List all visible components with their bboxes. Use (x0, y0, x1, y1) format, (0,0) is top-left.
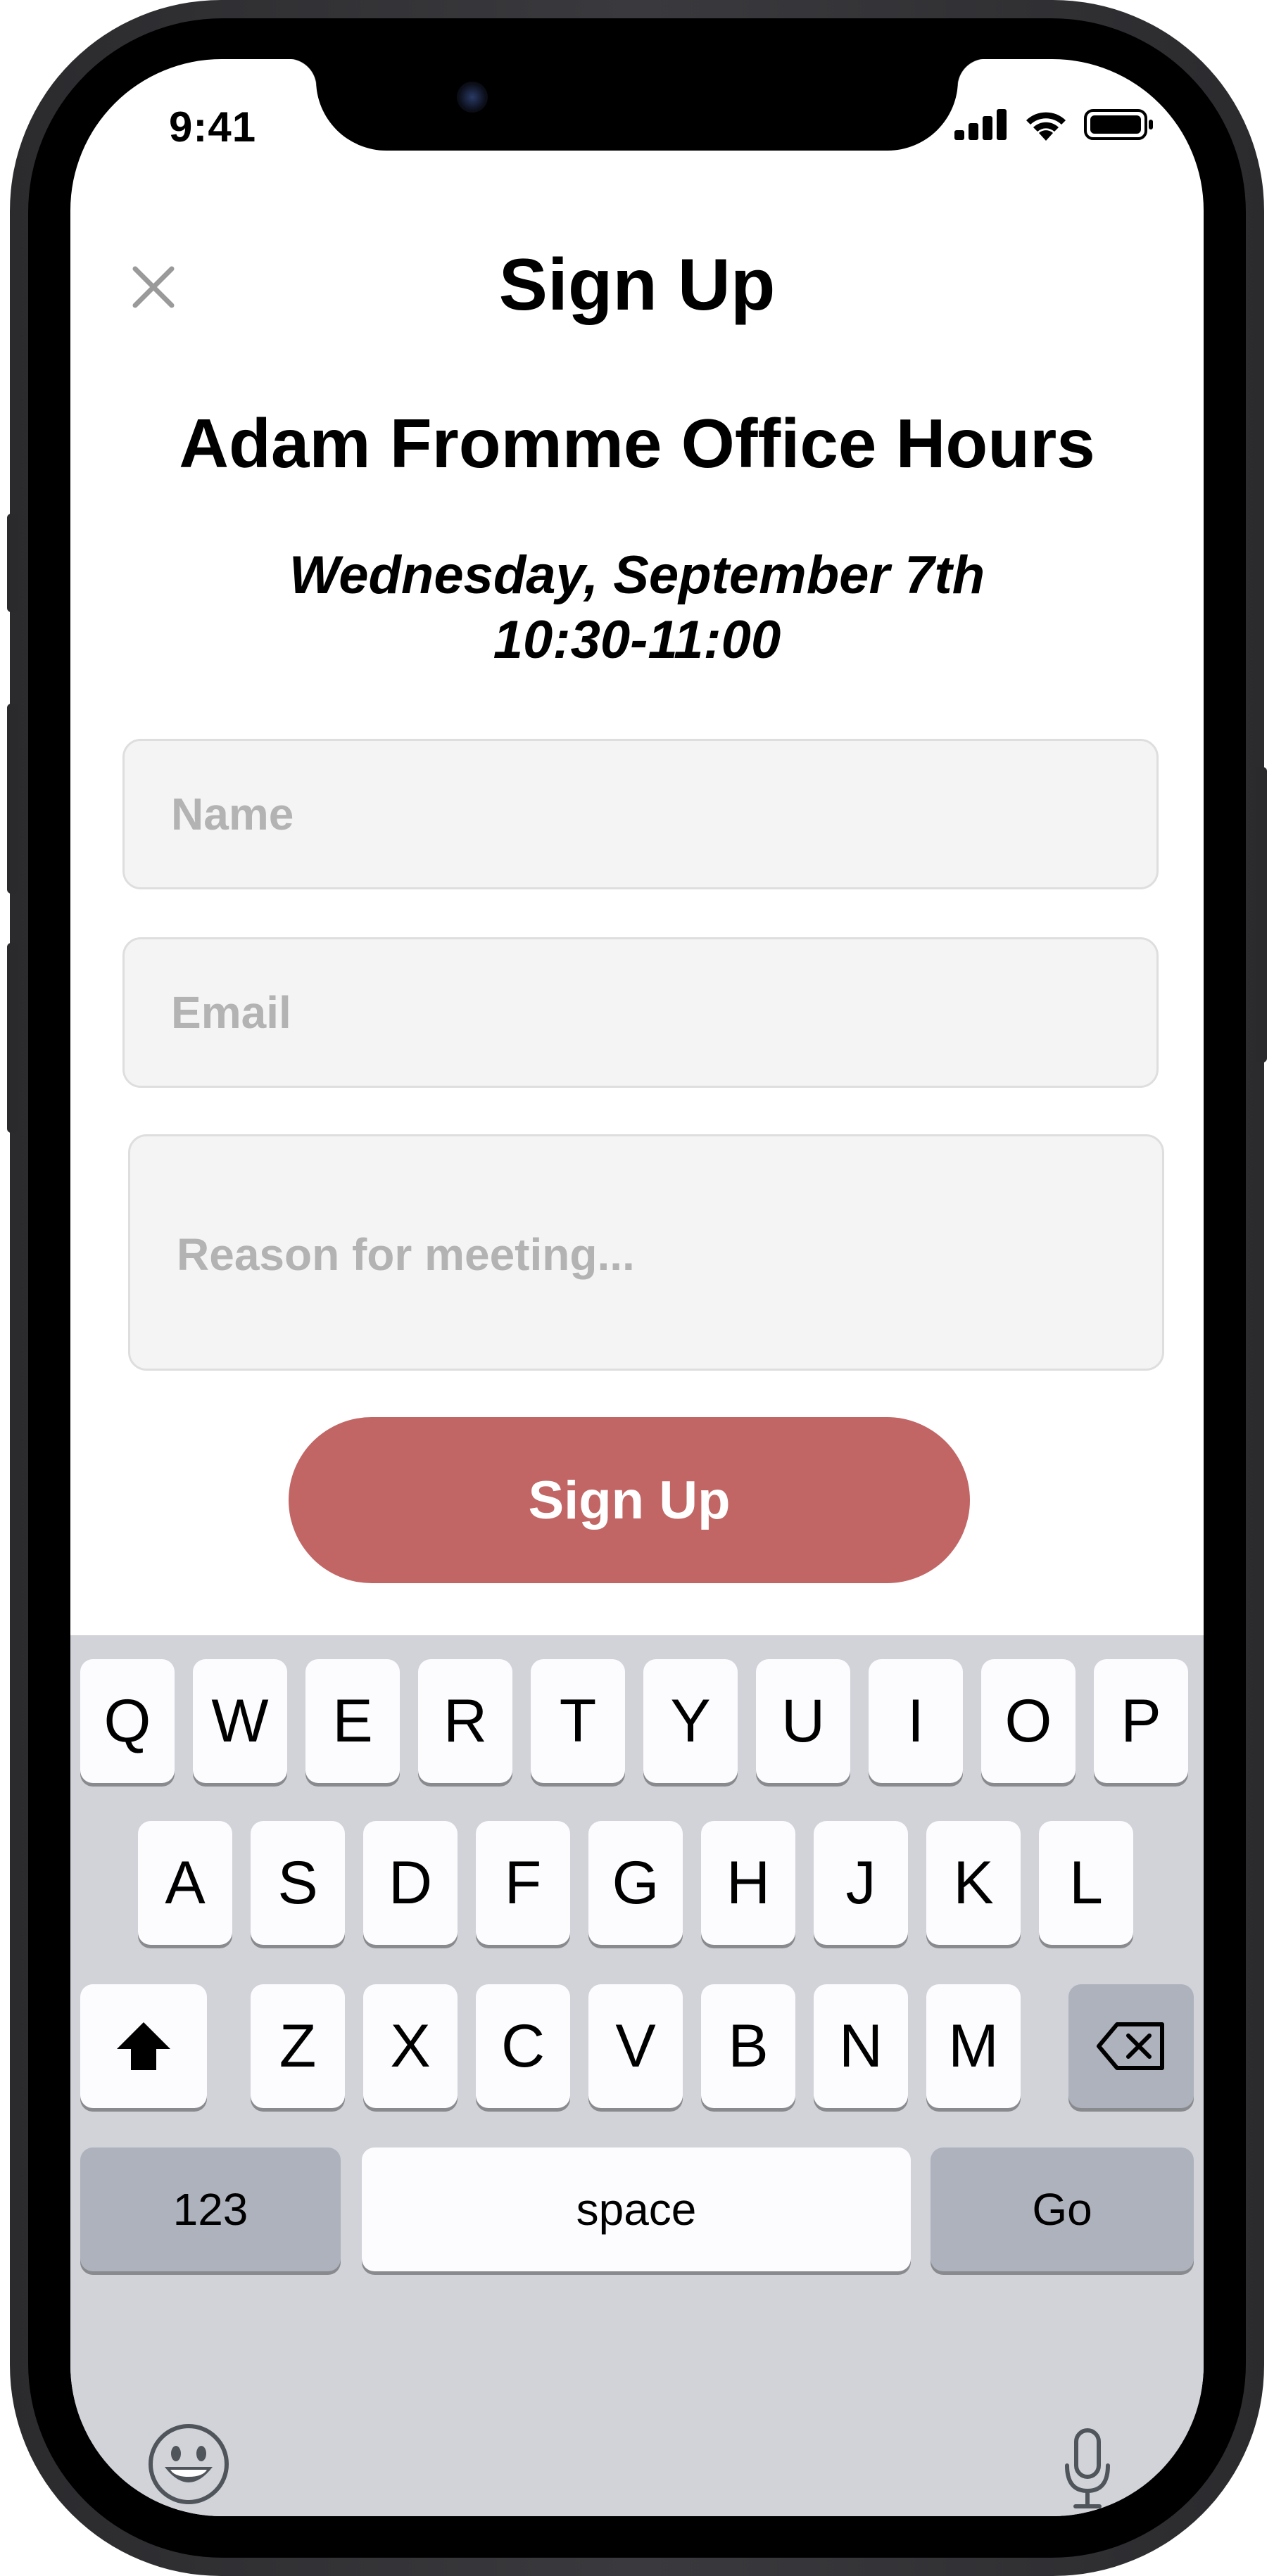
battery-icon (1084, 109, 1153, 140)
shift-key[interactable] (80, 1984, 207, 2108)
event-time: 10:30-11:00 (493, 610, 781, 670)
key-p[interactable]: P (1094, 1659, 1188, 1783)
status-time: 9:41 (169, 103, 257, 151)
sign-up-button[interactable]: Sign Up (289, 1417, 970, 1583)
key-q[interactable]: Q (80, 1659, 175, 1783)
key-h[interactable]: H (701, 1821, 795, 1945)
key-j[interactable]: J (814, 1821, 908, 1945)
emoji-icon (149, 2424, 229, 2504)
event-title: Adam Fromme Office Hours (179, 405, 1095, 482)
backspace-key[interactable] (1068, 1984, 1194, 2108)
email-field[interactable] (122, 937, 1159, 1088)
key-r[interactable]: R (418, 1659, 512, 1783)
notch (288, 59, 986, 151)
key-d[interactable]: D (363, 1821, 458, 1945)
emoji-button[interactable] (146, 2422, 231, 2506)
key-z[interactable]: Z (251, 1984, 345, 2108)
key-l[interactable]: L (1039, 1821, 1133, 1945)
key-n[interactable]: N (814, 1984, 908, 2108)
name-field[interactable] (122, 739, 1159, 889)
key-c[interactable]: C (476, 1984, 570, 2108)
key-f[interactable]: F (476, 1821, 570, 1945)
key-k[interactable]: K (926, 1821, 1021, 1945)
keyboard: Q W E R T Y U I O P A S D F G H J K L Z … (70, 1635, 1204, 2516)
camera-icon (457, 82, 488, 113)
key-x[interactable]: X (363, 1984, 458, 2108)
silent-switch (7, 514, 18, 612)
volume-down-button (7, 943, 18, 1133)
space-key[interactable]: space (362, 2147, 911, 2271)
key-w[interactable]: W (193, 1659, 287, 1783)
key-u[interactable]: U (756, 1659, 850, 1783)
numbers-key[interactable]: 123 (80, 2147, 341, 2271)
wifi-icon (1026, 112, 1066, 141)
key-o[interactable]: O (981, 1659, 1076, 1783)
key-y[interactable]: Y (643, 1659, 738, 1783)
volume-up-button (7, 704, 18, 894)
key-i[interactable]: I (869, 1659, 963, 1783)
microphone-button[interactable] (1063, 2428, 1112, 2511)
key-t[interactable]: T (531, 1659, 625, 1783)
key-a[interactable]: A (138, 1821, 232, 1945)
key-s[interactable]: S (251, 1821, 345, 1945)
shift-icon (117, 2022, 170, 2070)
key-b[interactable]: B (701, 1984, 795, 2108)
screen: 9:41 Sign Up Adam Fromme Office Hours We… (70, 59, 1204, 2516)
cellular-signal-icon (954, 109, 1007, 140)
microphone-icon (1065, 2428, 1110, 2508)
status-icons (954, 108, 1154, 141)
page-title: Sign Up (498, 244, 776, 326)
backspace-icon (1097, 2022, 1164, 2070)
power-button (1256, 767, 1267, 1062)
event-date: Wednesday, September 7th (289, 545, 985, 605)
key-e[interactable]: E (305, 1659, 400, 1783)
go-key[interactable]: Go (931, 2147, 1194, 2271)
key-g[interactable]: G (588, 1821, 683, 1945)
key-v[interactable]: V (588, 1984, 683, 2108)
key-m[interactable]: M (926, 1984, 1021, 2108)
reason-field[interactable] (128, 1134, 1164, 1371)
